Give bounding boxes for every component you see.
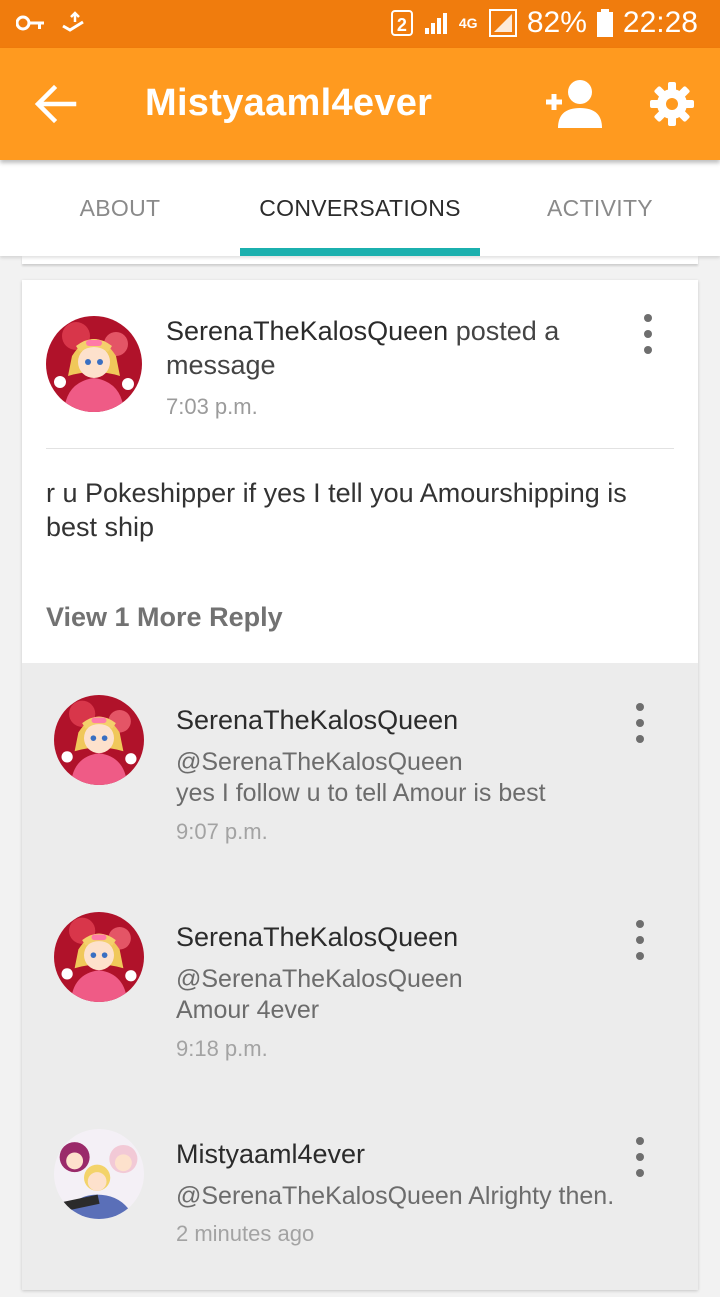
avatar[interactable] xyxy=(46,316,142,412)
more-vert-icon xyxy=(636,1137,644,1145)
avatar-image-mistyaaml4ever xyxy=(54,1129,144,1219)
tab-about[interactable]: ABOUT xyxy=(0,160,240,256)
add-user-button[interactable] xyxy=(544,78,602,130)
app-bar: Mistyaaml4ever xyxy=(0,48,720,160)
reply-more-button[interactable] xyxy=(628,1137,652,1177)
post-author[interactable]: SerenaTheKalosQueen xyxy=(166,316,448,346)
avatar[interactable] xyxy=(54,1129,144,1219)
reply-author[interactable]: SerenaTheKalosQueen xyxy=(176,922,458,953)
previous-card-edge xyxy=(22,256,698,264)
reply-text: @SerenaTheKalosQueen Alrighty then. xyxy=(176,1181,646,1212)
reply-message: Amour 4ever xyxy=(176,996,320,1024)
post-more-button[interactable] xyxy=(636,314,660,354)
more-vert-icon xyxy=(636,920,644,928)
avatar-image-serena xyxy=(54,695,144,785)
key-icon xyxy=(16,15,44,31)
reply-timestamp: 9:18 p.m. xyxy=(176,1036,268,1061)
tab-activity[interactable]: ACTIVITY xyxy=(480,160,720,256)
reply-mention[interactable]: @SerenaTheKalosQueen xyxy=(176,747,646,778)
status-bar: 2 4G 82% 22:28 xyxy=(0,0,720,48)
view-more-replies-link[interactable]: View 1 More Reply xyxy=(46,602,283,633)
reply-text: @SerenaTheKalosQueen Amour 4ever xyxy=(176,964,646,1026)
battery-icon xyxy=(596,9,613,37)
avatar-image-serena xyxy=(46,316,142,412)
post-body: r u Pokeshipper if yes I tell you Amours… xyxy=(46,478,627,542)
replies-list: SerenaTheKalosQueen @SerenaTheKalosQueen… xyxy=(22,663,698,1290)
avatar[interactable] xyxy=(54,695,144,785)
divider xyxy=(46,448,674,449)
post-header: SerenaTheKalosQueen posted a message xyxy=(166,314,626,382)
page-title: Mistyaaml4ever xyxy=(145,82,433,124)
gear-icon xyxy=(650,82,694,126)
reply-timestamp: 2 minutes ago xyxy=(176,1221,315,1246)
reply-more-button[interactable] xyxy=(628,703,652,743)
tab-indicator xyxy=(240,248,480,256)
conversation-card: SerenaTheKalosQueen posted a message 7:0… xyxy=(22,280,698,1290)
battery-percent: 82% xyxy=(526,6,587,39)
signal-icon-2 xyxy=(488,9,517,37)
signal-icon xyxy=(424,13,447,34)
reply-author[interactable]: Mistyaaml4ever xyxy=(176,1139,365,1170)
reply-timestamp: 9:07 p.m. xyxy=(176,819,268,844)
back-arrow-icon xyxy=(34,84,77,124)
tab-conversations[interactable]: CONVERSATIONS xyxy=(240,160,480,256)
tab-bar: ABOUT CONVERSATIONS ACTIVITY xyxy=(0,160,720,256)
reply-mention[interactable]: @SerenaTheKalosQueen xyxy=(176,964,646,995)
avatar-image-serena xyxy=(54,912,144,1002)
reply-mention[interactable]: @SerenaTheKalosQueen xyxy=(176,1182,463,1210)
reply-item: Mistyaaml4ever @SerenaTheKalosQueen Alri… xyxy=(22,1097,698,1297)
clock: 22:28 xyxy=(622,6,698,39)
reply-text: @SerenaTheKalosQueen yes I follow u to t… xyxy=(176,747,646,809)
reply-item: SerenaTheKalosQueen @SerenaTheKalosQueen… xyxy=(22,880,698,1080)
sim-slot-badge: 2 xyxy=(390,10,413,36)
more-vert-icon xyxy=(636,703,644,711)
network-type: 4G xyxy=(458,15,478,31)
settings-button[interactable] xyxy=(650,82,694,126)
reply-message: Alrighty then. xyxy=(468,1182,615,1210)
reply-item: SerenaTheKalosQueen @SerenaTheKalosQueen… xyxy=(22,663,698,863)
back-button[interactable] xyxy=(34,84,78,124)
more-vert-icon xyxy=(644,314,652,322)
usb-debug-icon xyxy=(62,11,84,32)
reply-author[interactable]: SerenaTheKalosQueen xyxy=(176,705,458,736)
add-user-icon xyxy=(546,80,602,128)
reply-message: yes I follow u to tell Amour is best xyxy=(176,779,546,807)
post-timestamp: 7:03 p.m. xyxy=(166,394,258,419)
reply-more-button[interactable] xyxy=(628,920,652,960)
avatar[interactable] xyxy=(54,912,144,1002)
